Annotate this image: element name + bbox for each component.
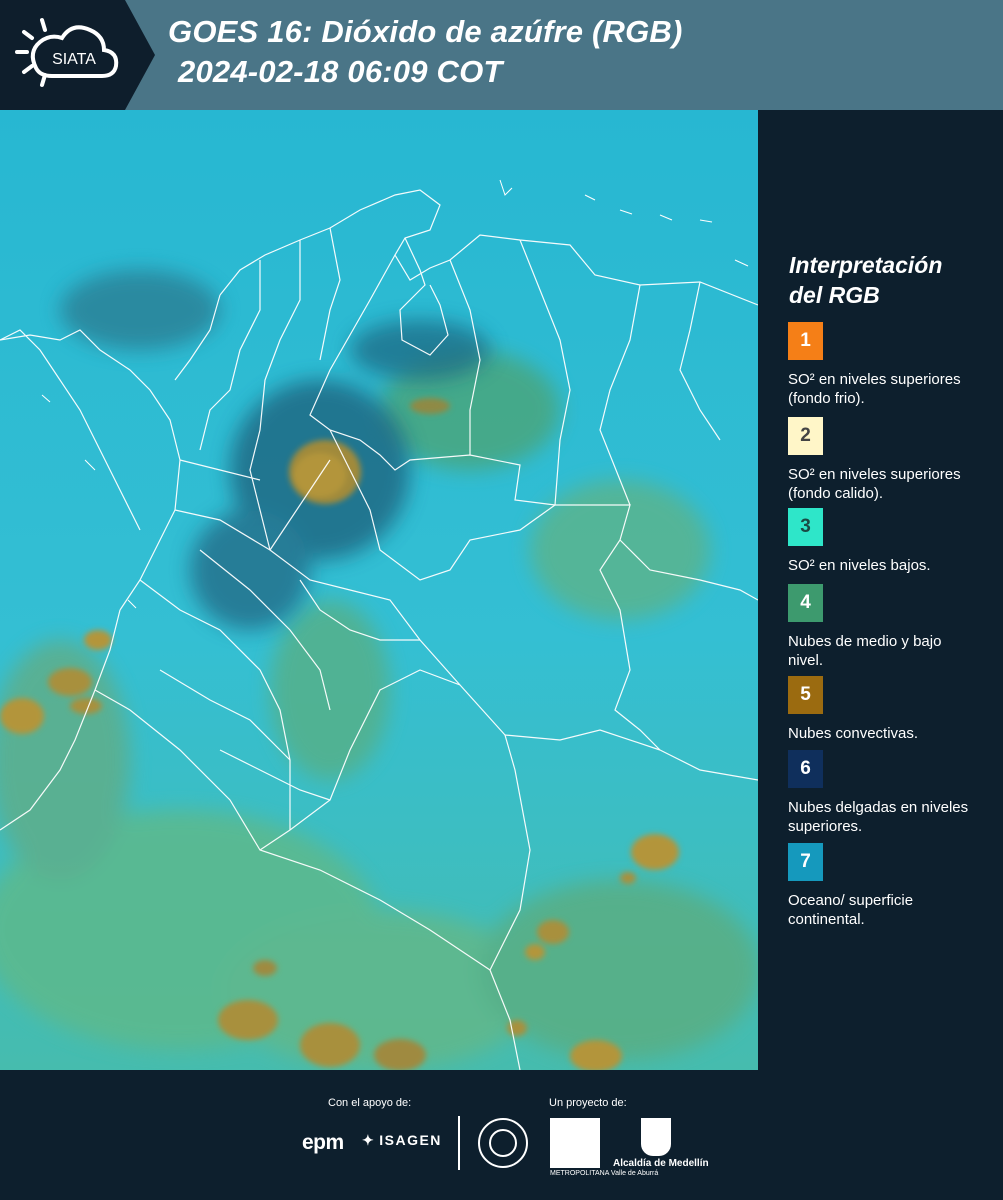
legend-item-2: 2 SO² en niveles superiores (fondo calid… <box>788 417 988 503</box>
legend-title-line-1: Interpretación <box>789 252 943 278</box>
legend-label-4: Nubes de medio y bajo nivel. <box>788 633 942 669</box>
logo-text: SIATA <box>52 51 96 68</box>
legend-item-6: 6 Nubes delgadas en niveles superiores. <box>788 750 988 836</box>
medellin-seal-icon <box>478 1118 528 1168</box>
header-bar: SIATA GOES 16: Dióxido de azúfre (RGB) 2… <box>0 0 1003 110</box>
legend-swatch-2: 2 <box>788 417 823 455</box>
legend-item-7: 7 Oceano/ superficie continental. <box>788 843 988 929</box>
datetime-label: 2024-02-18 06:09 COT <box>178 54 503 89</box>
map-canvas <box>0 110 758 1070</box>
page-title: GOES 16: Dióxido de azúfre (RGB) <box>168 14 683 49</box>
area-metropolitana-label: METROPOLITANA Valle de Aburrá <box>550 1170 659 1177</box>
legend-label-5: Nubes convectivas. <box>788 725 919 742</box>
legend-panel: Interpretación del RGB 1 SO² en niveles … <box>758 110 1003 1070</box>
seal-inner-ring <box>489 1129 517 1157</box>
legend-swatch-6: 6 <box>788 750 823 788</box>
isagen-label: ISAGEN <box>379 1132 442 1148</box>
epm-logo: epm <box>302 1131 344 1154</box>
legend-swatch-3: 3 <box>788 508 823 546</box>
footer-divider <box>458 1116 460 1170</box>
isagen-icon: ✦ <box>362 1132 376 1148</box>
legend-swatch-1: 1 <box>788 322 823 360</box>
legend-label-6: Nubes delgadas en niveles superiores. <box>788 799 969 835</box>
legend-label-2: SO² en niveles superiores (fondo calido)… <box>788 466 961 502</box>
alcaldia-shield-icon <box>641 1118 671 1156</box>
legend-swatch-5: 5 <box>788 676 823 714</box>
logo-block: SIATA <box>0 0 155 110</box>
legend-item-1: 1 SO² en niveles superiores (fondo frio)… <box>788 322 988 408</box>
alcaldia-label: Alcaldía de Medellín <box>613 1158 709 1169</box>
legend-swatch-7: 7 <box>788 843 823 881</box>
satellite-map <box>0 110 758 1070</box>
legend-item-3: 3 SO² en niveles bajos. <box>788 508 988 575</box>
legend-item-5: 5 Nubes convectivas. <box>788 676 988 743</box>
support-label: Con el apoyo de: <box>328 1097 412 1109</box>
legend-swatch-4: 4 <box>788 584 823 622</box>
page: SIATA GOES 16: Dióxido de azúfre (RGB) 2… <box>0 0 1003 1200</box>
isagen-logo: ✦ ISAGEN <box>362 1132 442 1149</box>
legend-item-4: 4 Nubes de medio y bajo nivel. <box>788 584 988 670</box>
legend-label-1: SO² en niveles superiores (fondo frio). <box>788 371 961 407</box>
area-metropolitana-logo <box>550 1118 600 1168</box>
legend-title-line-2: del RGB <box>789 282 880 308</box>
project-label: Un proyecto de: <box>549 1097 627 1109</box>
legend-label-7: Oceano/ superficie continental. <box>788 892 914 928</box>
siata-logo: SIATA <box>15 18 119 87</box>
footer: Con el apoyo de: Un proyecto de: epm ✦ IS… <box>0 1070 1003 1200</box>
legend-title: Interpretación del RGB <box>789 250 989 310</box>
legend-label-3: SO² en niveles bajos. <box>788 557 931 574</box>
